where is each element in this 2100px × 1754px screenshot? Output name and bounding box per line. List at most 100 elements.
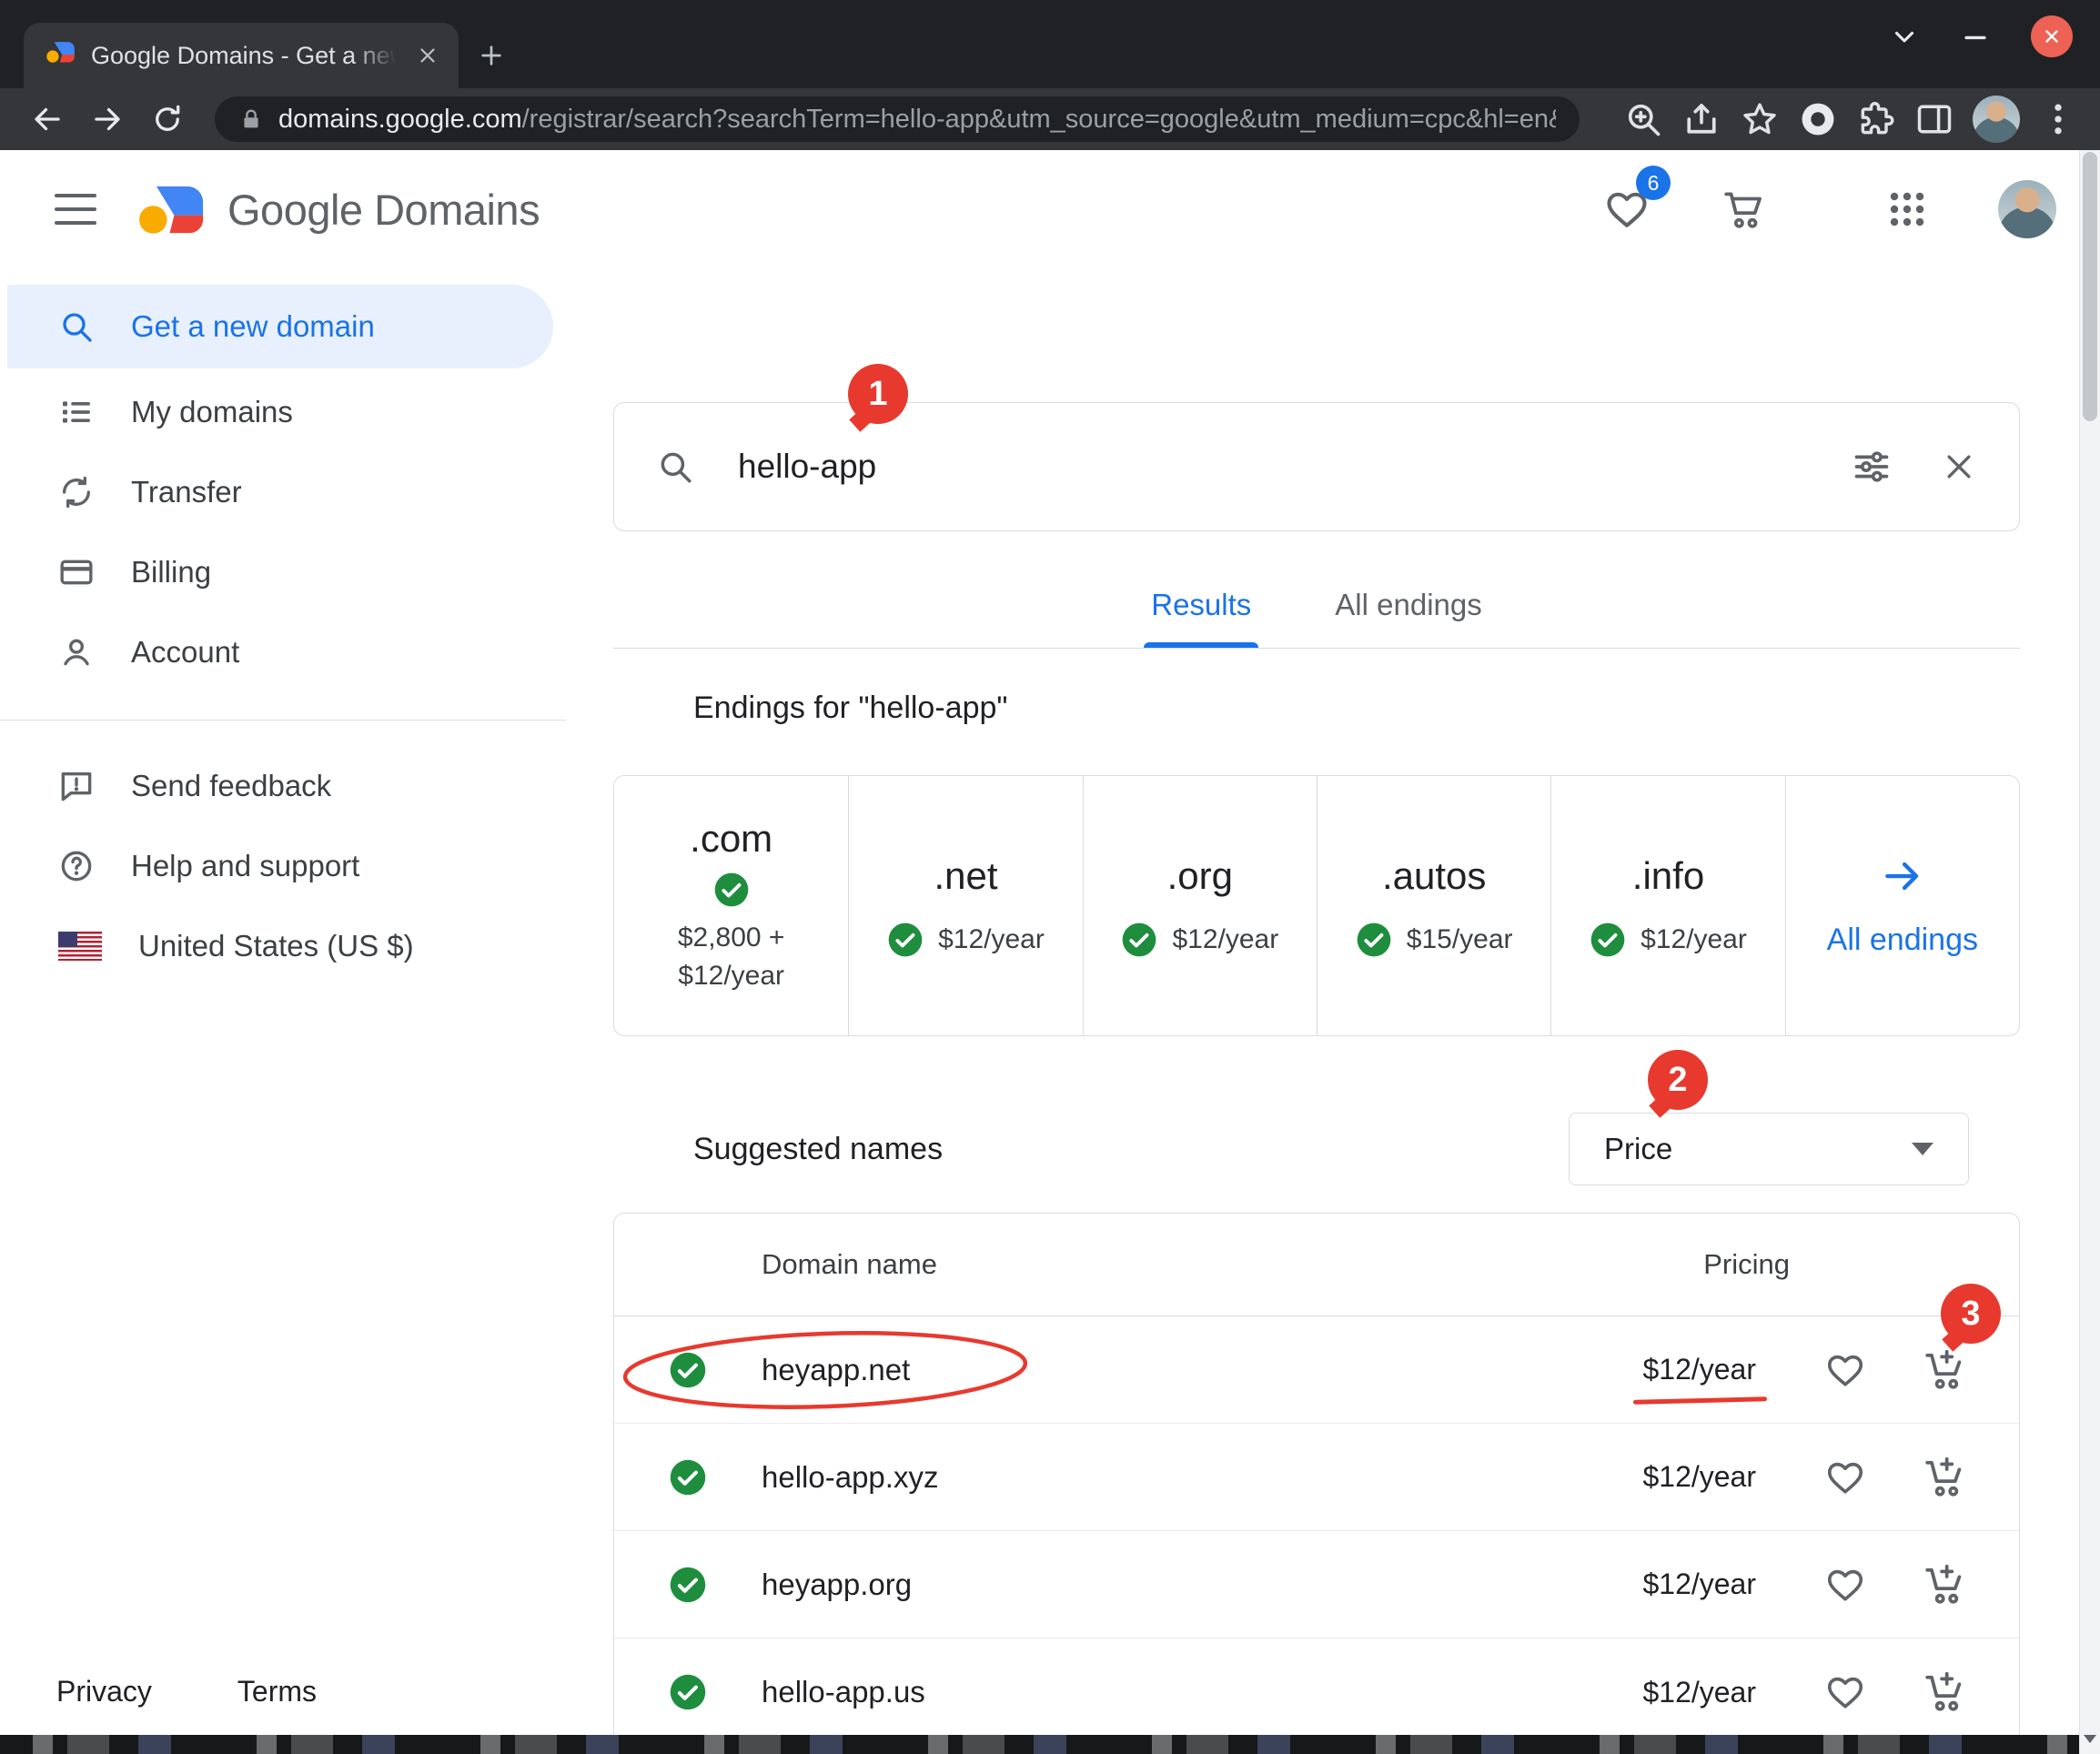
endings-cards: .com $2,800 +$12/year .net $12/year .org… bbox=[613, 775, 2020, 1036]
browser-tab[interactable]: Google Domains - Get a new d bbox=[24, 23, 459, 88]
toolbar-actions bbox=[1623, 96, 2078, 143]
sidebar-item-get-a-new-domain[interactable]: Get a new domain bbox=[7, 285, 553, 368]
google-apps-grid-icon[interactable] bbox=[1885, 187, 1929, 231]
endings-heading: Endings for "hello-app" bbox=[693, 691, 2100, 726]
ending-card-com[interactable]: .com $2,800 +$12/year bbox=[614, 776, 848, 1035]
menu-kebab-icon[interactable] bbox=[2038, 99, 2078, 139]
password-extension-icon[interactable] bbox=[1798, 99, 1838, 139]
all-endings-card[interactable]: All endings bbox=[1785, 776, 2019, 1035]
domain-search-box[interactable]: hello-app 1 bbox=[613, 402, 2020, 531]
page-bottom-cutoff bbox=[0, 1735, 2079, 1754]
transfer-arrows-icon bbox=[58, 474, 95, 510]
ending-card-org[interactable]: .org $12/year bbox=[1083, 776, 1317, 1035]
favorites-count-badge: 6 bbox=[1636, 166, 1671, 200]
annotation-underline bbox=[1633, 1396, 1767, 1405]
suggested-names-heading: Suggested names bbox=[693, 1132, 943, 1167]
brand-name: Google Domains bbox=[227, 185, 540, 235]
tld-price: $12/year bbox=[1641, 924, 1747, 955]
new-tab-button[interactable] bbox=[471, 35, 511, 76]
table-row[interactable]: heyapp.org $12/year bbox=[614, 1531, 2019, 1638]
sidebar-item-send-feedback[interactable]: Send feedback bbox=[7, 746, 566, 826]
clear-search-icon[interactable] bbox=[1941, 449, 1977, 485]
sidebar-item-my-domains[interactable]: My domains bbox=[7, 372, 566, 452]
ending-card-net[interactable]: .net $12/year bbox=[848, 776, 1082, 1035]
reload-icon[interactable] bbox=[144, 96, 191, 143]
scrollbar-thumb[interactable] bbox=[2083, 152, 2097, 421]
sidebar-item-account[interactable]: Account bbox=[7, 612, 566, 692]
filter-tune-icon[interactable] bbox=[1852, 447, 1892, 487]
sidebar-item-help-and-support[interactable]: Help and support bbox=[7, 826, 566, 906]
table-row[interactable]: hello-app.us $12/year bbox=[614, 1638, 2019, 1746]
zoom-icon[interactable] bbox=[1623, 99, 1663, 139]
close-window-icon[interactable] bbox=[2031, 15, 2073, 57]
tab-results[interactable]: Results bbox=[1138, 588, 1264, 648]
us-flag-icon bbox=[58, 932, 102, 961]
brand-logo[interactable]: Google Domains bbox=[136, 182, 540, 237]
favorite-heart-icon[interactable] bbox=[1824, 1564, 1866, 1606]
tld-label: .com bbox=[690, 817, 772, 861]
sidebar-item-region-currency[interactable]: United States (US $) bbox=[7, 906, 566, 986]
search-input[interactable]: hello-app bbox=[738, 448, 876, 486]
available-check-icon bbox=[1356, 922, 1392, 958]
available-check-icon bbox=[669, 1673, 707, 1711]
annotation-badge-1: 1 bbox=[848, 364, 908, 424]
favorite-heart-icon[interactable] bbox=[1824, 1671, 1866, 1713]
tab-search-chevron-icon[interactable] bbox=[1889, 21, 1920, 52]
help-circle-icon bbox=[58, 848, 95, 884]
browser-profile-avatar[interactable] bbox=[1973, 96, 2020, 143]
table-row[interactable]: heyapp.net $12/year 3 bbox=[614, 1316, 2019, 1424]
sidebar-item-label: Billing bbox=[131, 555, 211, 590]
available-check-icon bbox=[713, 872, 750, 908]
add-to-cart-icon[interactable] bbox=[1923, 1669, 1968, 1715]
ending-card-autos[interactable]: .autos $15/year bbox=[1317, 776, 1550, 1035]
tab-title: Google Domains - Get a new d bbox=[91, 42, 397, 70]
sidebar-item-billing[interactable]: Billing bbox=[7, 532, 566, 612]
sort-by-price-dropdown[interactable]: Price 2 bbox=[1569, 1113, 1969, 1185]
available-check-icon bbox=[669, 1566, 707, 1604]
sidebar-item-transfer[interactable]: Transfer bbox=[7, 452, 566, 532]
account-avatar[interactable] bbox=[1998, 180, 2056, 238]
add-to-cart-icon[interactable] bbox=[1923, 1455, 1968, 1500]
tab-all-endings[interactable]: All endings bbox=[1322, 588, 1494, 648]
address-bar[interactable]: domains.google.com/registrar/search?sear… bbox=[215, 96, 1580, 142]
privacy-link[interactable]: Privacy bbox=[56, 1675, 152, 1709]
sidebar-item-label: Get a new domain bbox=[131, 309, 375, 344]
url-path: /registrar/search?searchTerm=hello-app&u… bbox=[522, 105, 1556, 134]
terms-link[interactable]: Terms bbox=[237, 1675, 317, 1709]
forward-icon[interactable] bbox=[84, 96, 131, 143]
favorites-heart-icon[interactable]: 6 bbox=[1603, 186, 1651, 233]
domain-name: hello-app.xyz bbox=[762, 1460, 938, 1495]
available-check-icon bbox=[669, 1458, 707, 1497]
tab-close-icon[interactable] bbox=[411, 39, 444, 72]
favorite-heart-icon[interactable] bbox=[1824, 1457, 1866, 1498]
browser-window: Google Domains - Get a new d bbox=[0, 0, 2100, 1754]
cart-icon[interactable] bbox=[1721, 186, 1767, 232]
ending-card-info[interactable]: .info $12/year bbox=[1550, 776, 1784, 1035]
minimize-window-icon[interactable] bbox=[1960, 21, 1991, 52]
table-row[interactable]: hello-app.xyz $12/year bbox=[614, 1424, 2019, 1531]
add-to-cart-icon[interactable] bbox=[1923, 1347, 1968, 1393]
back-icon[interactable] bbox=[24, 96, 71, 143]
tld-price: $15/year bbox=[1407, 924, 1513, 955]
bookmark-star-icon[interactable] bbox=[1740, 99, 1780, 139]
add-to-cart-icon[interactable] bbox=[1923, 1562, 1968, 1608]
search-box-actions bbox=[1852, 447, 1977, 487]
domain-price: $12/year bbox=[1642, 1676, 1756, 1709]
list-icon bbox=[58, 394, 95, 430]
sidebar-item-label: Account bbox=[131, 635, 239, 670]
sidebar-divider bbox=[0, 720, 566, 721]
tld-label: .info bbox=[1632, 854, 1704, 898]
available-check-icon bbox=[1121, 922, 1157, 958]
extensions-puzzle-icon[interactable] bbox=[1856, 99, 1896, 139]
side-panel-icon[interactable] bbox=[1914, 99, 1954, 139]
hamburger-menu-icon[interactable] bbox=[55, 194, 96, 225]
tld-price: $2,800 +$12/year bbox=[678, 919, 785, 995]
url-domain: domains.google.com bbox=[278, 105, 522, 134]
app-body: Get a new domain My domains Transfer Bil… bbox=[0, 268, 2100, 1754]
favorite-heart-icon[interactable] bbox=[1824, 1349, 1866, 1391]
results-tabs: Results All endings bbox=[613, 531, 2020, 649]
share-icon[interactable] bbox=[1681, 99, 1721, 139]
scrollbar-down-arrow[interactable] bbox=[2080, 1723, 2100, 1754]
vertical-scrollbar[interactable] bbox=[2079, 150, 2100, 1754]
annotation-badge-3: 3 bbox=[1941, 1284, 2001, 1344]
